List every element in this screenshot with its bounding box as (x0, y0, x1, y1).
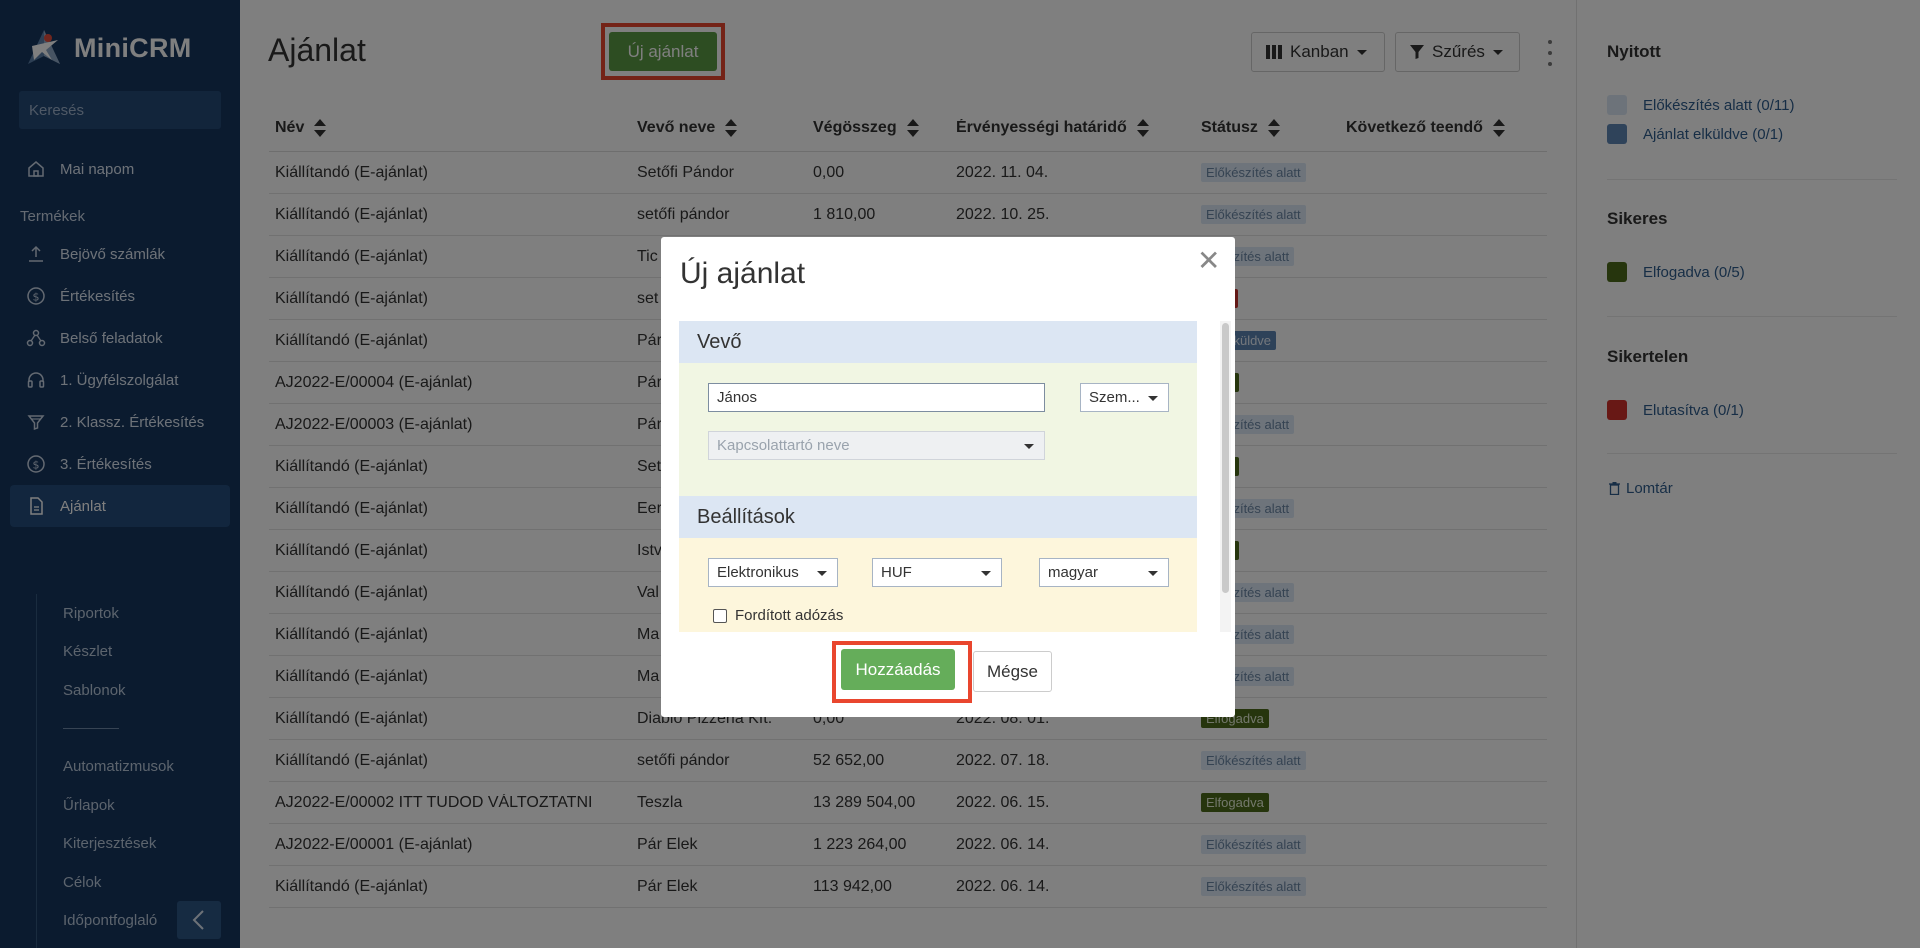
settings-section: Elektronikus HUF magyar Fordított adózás (679, 538, 1197, 632)
buyer-section-title: Vevő (679, 321, 1197, 363)
chevron-down-icon (1148, 571, 1158, 576)
modal-title: Új ajánlat (680, 257, 806, 290)
chevron-down-icon (817, 571, 827, 576)
new-offer-modal: Új ajánlat ✕ Vevő János Szem... Kapcsola… (661, 237, 1235, 717)
modal-scrollbar[interactable] (1220, 321, 1231, 632)
reverse-tax-row[interactable]: Fordított adózás (713, 607, 843, 624)
language-select[interactable]: magyar (1039, 558, 1169, 587)
settings-section-title: Beállítások (679, 496, 1197, 538)
add-button[interactable]: Hozzáadás (841, 649, 955, 690)
buyer-section: János Szem... Kapcsolattartó neve (679, 363, 1197, 496)
offer-type-select[interactable]: Elektronikus (708, 558, 838, 587)
close-icon[interactable]: ✕ (1197, 247, 1220, 275)
buyer-type-select[interactable]: Szem... (1080, 383, 1169, 412)
chevron-down-icon (981, 571, 991, 576)
modal-body: Vevő János Szem... Kapcsolattartó neve B… (679, 321, 1197, 632)
add-button-highlight: Hozzáadás (832, 641, 972, 703)
chevron-down-icon (1148, 396, 1158, 401)
reverse-tax-checkbox[interactable] (713, 608, 727, 623)
buyer-name-input[interactable]: János (708, 383, 1045, 412)
cancel-button[interactable]: Mégse (973, 651, 1052, 692)
contact-select[interactable]: Kapcsolattartó neve (708, 431, 1045, 460)
currency-select[interactable]: HUF (872, 558, 1002, 587)
chevron-down-icon (1024, 444, 1034, 449)
